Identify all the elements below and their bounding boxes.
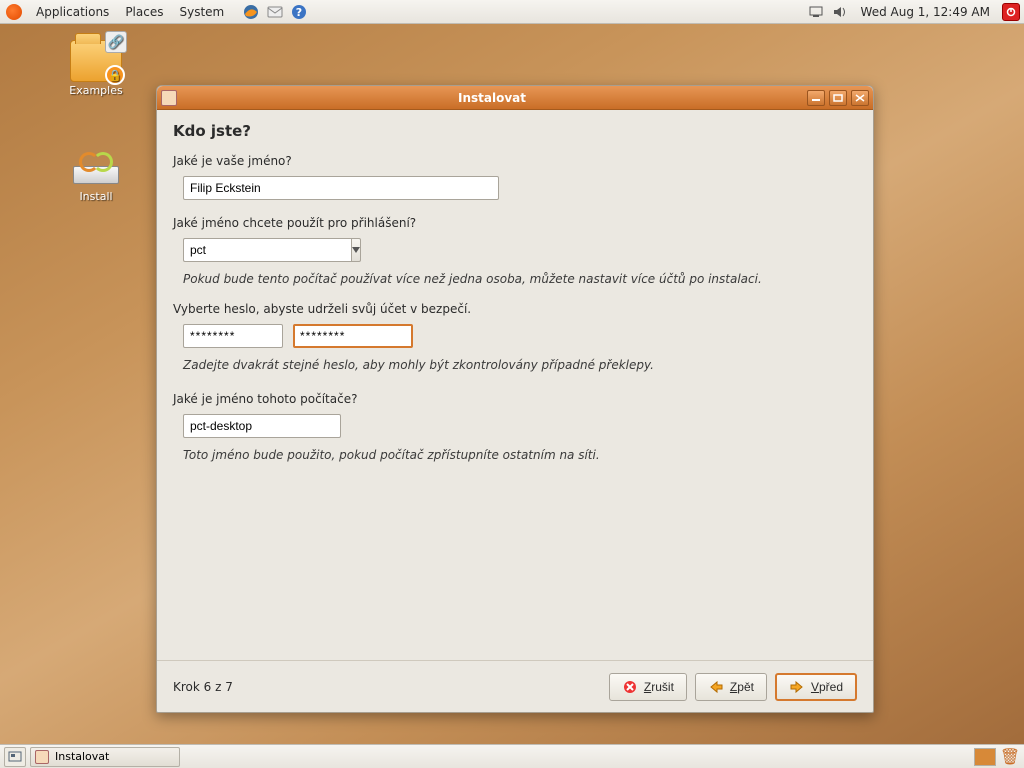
task-app-icon bbox=[35, 750, 49, 764]
svg-text:?: ? bbox=[296, 6, 302, 19]
app-icon bbox=[161, 90, 177, 106]
forward-button[interactable]: Vpřed bbox=[775, 673, 857, 701]
menu-places[interactable]: Places bbox=[117, 0, 171, 24]
login-dropdown-button[interactable] bbox=[351, 238, 361, 262]
name-input[interactable] bbox=[183, 176, 499, 200]
arrow-left-icon bbox=[708, 679, 724, 695]
password-confirm-input[interactable] bbox=[293, 324, 413, 348]
desktop-icon-install[interactable]: Install bbox=[56, 146, 136, 203]
login-input[interactable] bbox=[183, 238, 351, 262]
menu-applications[interactable]: Applications bbox=[28, 0, 117, 24]
show-desktop-icon bbox=[8, 751, 22, 763]
window-title: Instalovat bbox=[181, 91, 803, 105]
volume-icon[interactable] bbox=[831, 3, 849, 21]
clock[interactable]: Wed Aug 1, 12:49 AM bbox=[855, 5, 996, 19]
network-icon[interactable] bbox=[807, 3, 825, 21]
arrow-right-icon bbox=[789, 679, 805, 695]
mail-icon[interactable] bbox=[266, 3, 284, 21]
power-icon[interactable] bbox=[1002, 3, 1020, 21]
cancel-button[interactable]: Zrušit bbox=[609, 673, 687, 701]
login-label: Jaké jméno chcete použít pro přihlášení? bbox=[173, 216, 857, 230]
top-panel: Applications Places System ? Wed Aug 1, … bbox=[0, 0, 1024, 24]
hostname-label: Jaké je jméno tohoto počítače? bbox=[173, 392, 857, 406]
ubuntu-logo-icon bbox=[6, 4, 22, 20]
back-button[interactable]: Zpět bbox=[695, 673, 767, 701]
help-icon[interactable]: ? bbox=[290, 3, 308, 21]
lock-icon: 🔒 bbox=[105, 65, 125, 85]
workspace-switcher[interactable] bbox=[974, 748, 996, 766]
install-icon bbox=[70, 146, 122, 188]
close-button[interactable] bbox=[851, 90, 869, 106]
bottom-panel: Instalovat 🗑 bbox=[0, 744, 1024, 768]
back-button-label: Zpět bbox=[730, 680, 754, 694]
name-label: Jaké je vaše jméno? bbox=[173, 154, 857, 168]
show-desktop-button[interactable] bbox=[4, 747, 26, 767]
desktop-icon-examples[interactable]: 🔗 🔒 Examples bbox=[56, 40, 136, 97]
hostname-input[interactable] bbox=[183, 414, 341, 438]
password-hint: Zadejte dvakrát stejné heslo, aby mohly … bbox=[183, 358, 857, 372]
folder-icon: 🔗 🔒 bbox=[70, 40, 122, 82]
minimize-button[interactable] bbox=[807, 90, 825, 106]
step-indicator: Krok 6 z 7 bbox=[173, 680, 233, 694]
link-emblem-icon: 🔗 bbox=[105, 31, 127, 53]
chevron-down-icon bbox=[352, 247, 360, 253]
taskbar-item-label: Instalovat bbox=[55, 750, 109, 763]
firefox-icon[interactable] bbox=[242, 3, 260, 21]
login-combo bbox=[183, 238, 353, 262]
password-label: Vyberte heslo, abyste udrželi svůj účet … bbox=[173, 302, 857, 316]
cancel-button-label: Zrušit bbox=[644, 680, 674, 694]
hostname-hint: Toto jméno bude použito, pokud počítač z… bbox=[183, 448, 857, 462]
window-footer: Krok 6 z 7 Zrušit Zpět Vpřed bbox=[157, 660, 873, 712]
taskbar-item-instalovat[interactable]: Instalovat bbox=[30, 747, 180, 767]
forward-button-label: Vpřed bbox=[811, 680, 843, 694]
titlebar[interactable]: Instalovat bbox=[157, 86, 873, 110]
menu-system[interactable]: System bbox=[171, 0, 232, 24]
maximize-button[interactable] bbox=[829, 90, 847, 106]
desktop-icon-label: Examples bbox=[56, 84, 136, 97]
cancel-icon bbox=[622, 679, 638, 695]
trash-icon[interactable]: 🗑 bbox=[1000, 747, 1020, 767]
password-input[interactable] bbox=[183, 324, 283, 348]
window-body: Kdo jste? Jaké je vaše jméno? Jaké jméno… bbox=[157, 110, 873, 660]
page-heading: Kdo jste? bbox=[173, 122, 857, 140]
login-hint: Pokud bude tento počítač používat více n… bbox=[183, 272, 857, 286]
installer-window: Instalovat Kdo jste? Jaké je vaše jméno?… bbox=[156, 85, 874, 713]
desktop-icon-label: Install bbox=[56, 190, 136, 203]
